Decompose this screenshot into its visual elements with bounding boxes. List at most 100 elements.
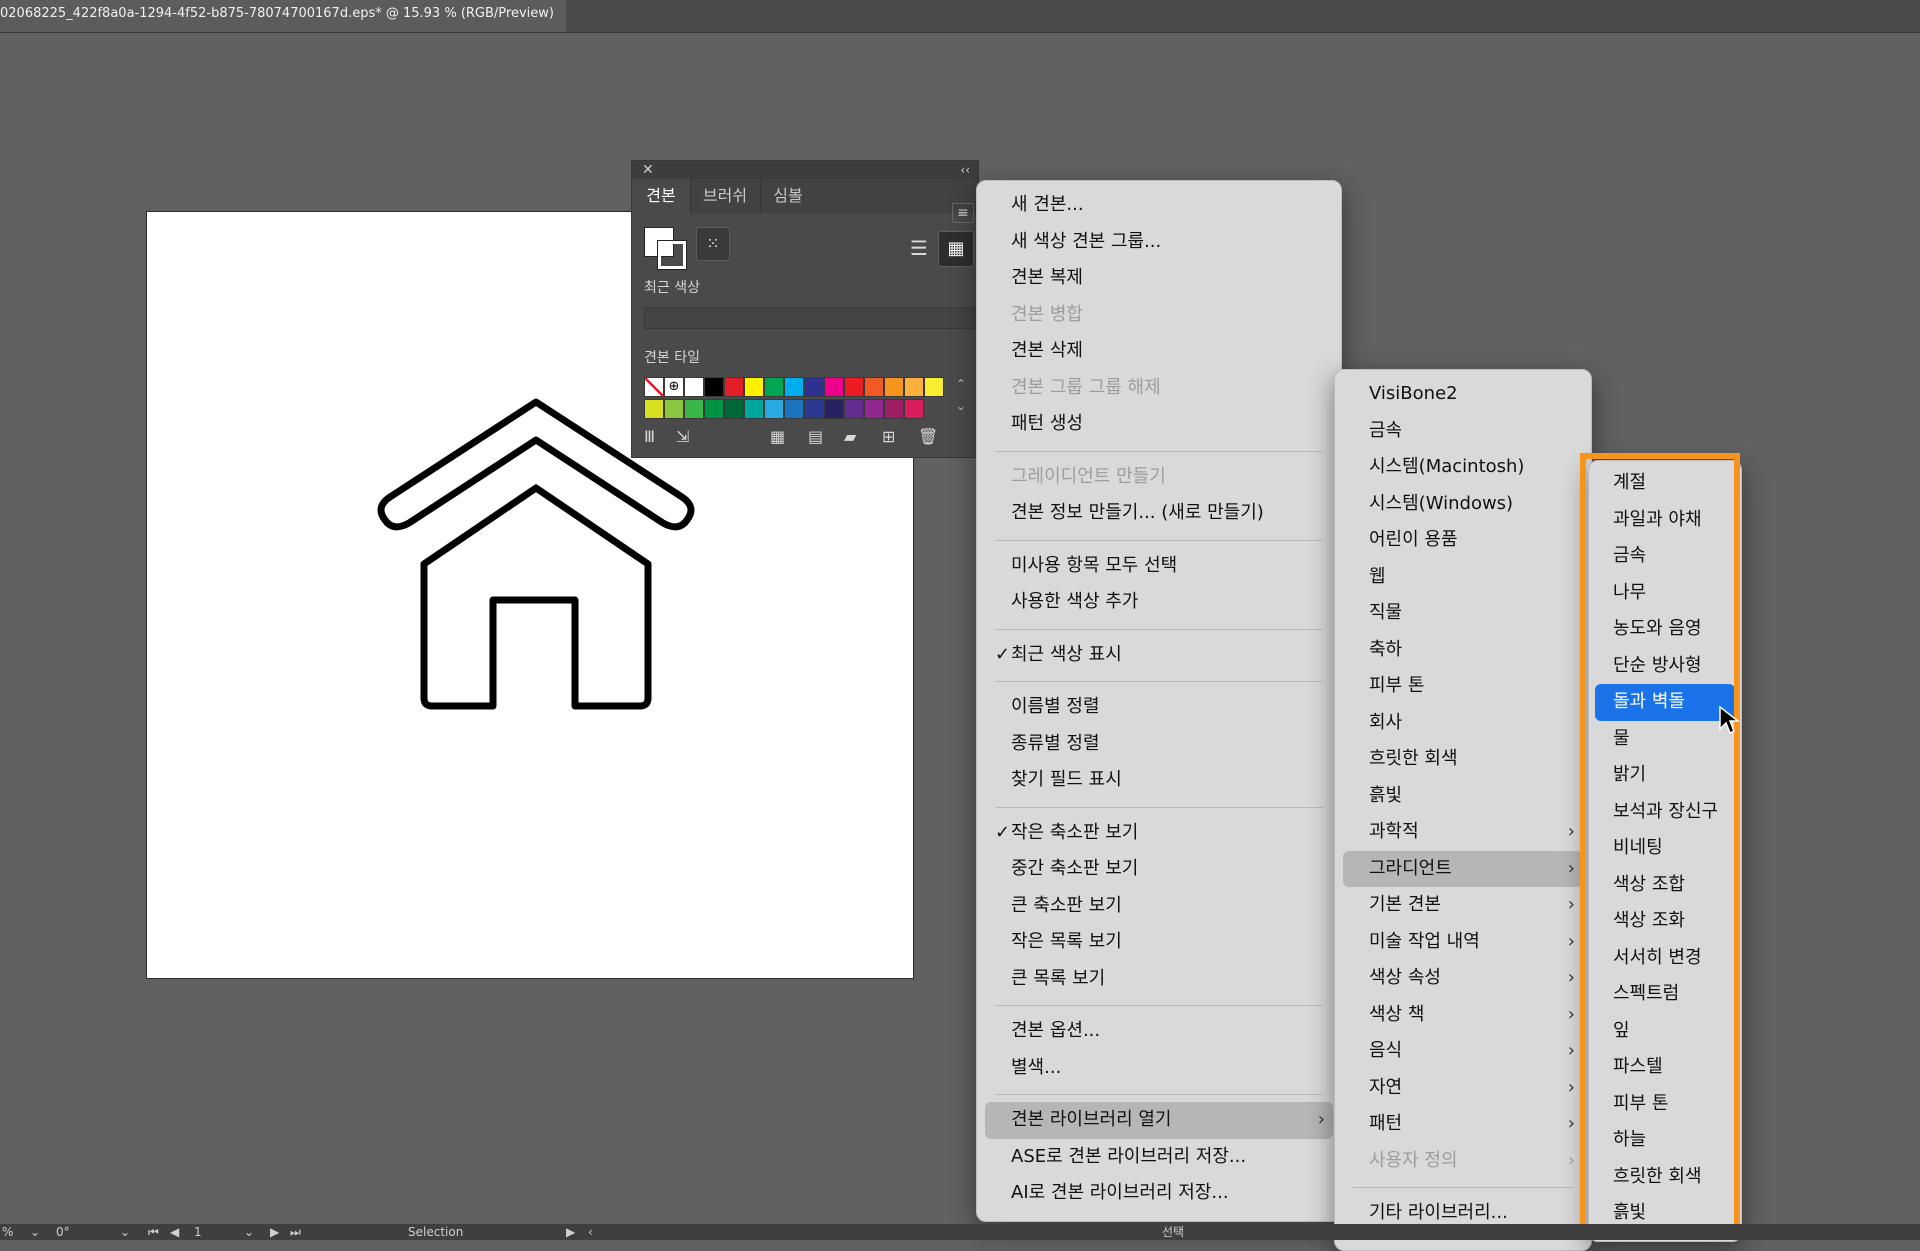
library-menu-item[interactable]: 웹 bbox=[1343, 559, 1583, 596]
gradient-menu-item[interactable]: 밝기 bbox=[1595, 757, 1735, 794]
panel-menu-item[interactable]: 견본 복제 bbox=[985, 260, 1333, 297]
library-menu-item[interactable]: 피부 톤 bbox=[1343, 668, 1583, 705]
color-swatch[interactable] bbox=[804, 399, 824, 419]
stroke-swatch[interactable] bbox=[657, 240, 687, 270]
none-swatch[interactable] bbox=[644, 377, 664, 397]
panel-menu-item[interactable]: 견본 옵션... bbox=[985, 1013, 1333, 1050]
library-menu-item[interactable]: 직물 bbox=[1343, 595, 1583, 632]
color-swatch[interactable] bbox=[884, 377, 904, 397]
panel-menu-item[interactable]: 미사용 항목 모두 선택 bbox=[985, 548, 1333, 585]
gradient-menu-item[interactable]: 흐릿한 회색 bbox=[1595, 1159, 1735, 1196]
panel-menu-item[interactable]: ASE로 견본 라이브러리 저장... bbox=[985, 1139, 1333, 1176]
swatch-kinds-icon[interactable]: ⁙ bbox=[696, 227, 730, 261]
color-swatch[interactable] bbox=[844, 399, 864, 419]
gradient-menu-item[interactable]: 색상 조화 bbox=[1595, 903, 1735, 940]
gradient-menu-item[interactable]: 하늘 bbox=[1595, 1122, 1735, 1159]
panel-menu-item[interactable]: 견본 삭제 bbox=[985, 333, 1333, 370]
gradient-menu-item[interactable]: 피부 톤 bbox=[1595, 1086, 1735, 1123]
color-swatch[interactable] bbox=[744, 377, 764, 397]
gradient-menu-item[interactable]: 돌과 벽돌 bbox=[1595, 684, 1735, 721]
panel-menu-item[interactable]: 큰 축소판 보기 bbox=[985, 888, 1333, 925]
panel-menu-item[interactable]: 찾기 필드 표시 bbox=[985, 762, 1333, 799]
color-swatch[interactable] bbox=[684, 377, 704, 397]
library-menu-item[interactable]: 회사 bbox=[1343, 705, 1583, 742]
color-swatch[interactable] bbox=[744, 399, 764, 419]
library-menu-item[interactable]: 시스템(Macintosh) bbox=[1343, 449, 1583, 486]
library-menu-item[interactable]: 패턴 › bbox=[1343, 1106, 1583, 1143]
color-swatch[interactable] bbox=[784, 399, 804, 419]
panel-menu-item[interactable]: ✓ 작은 축소판 보기 bbox=[985, 815, 1333, 852]
grid-view-icon[interactable]: ▦ bbox=[938, 231, 974, 267]
tab-brushes[interactable]: 브러쉬 bbox=[690, 179, 761, 213]
color-swatch[interactable] bbox=[824, 399, 844, 419]
gradient-menu-item[interactable]: 비네팅 bbox=[1595, 830, 1735, 867]
status-expand-icon[interactable]: ▶ bbox=[566, 1224, 575, 1240]
color-swatch[interactable] bbox=[904, 377, 924, 397]
previous-artboard-icon[interactable]: ◀ bbox=[170, 1224, 179, 1240]
kinds-filter-icon[interactable]: ▦ bbox=[770, 427, 785, 446]
color-swatch[interactable] bbox=[724, 377, 744, 397]
gradient-menu-item[interactable]: 파스텔 bbox=[1595, 1049, 1735, 1086]
collapse-icon[interactable]: ‹‹ bbox=[960, 161, 970, 179]
gradient-menu-item[interactable]: 과일과 야채 bbox=[1595, 502, 1735, 539]
color-swatch[interactable] bbox=[784, 377, 804, 397]
last-artboard-icon[interactable]: ⏭ bbox=[290, 1224, 301, 1240]
gradient-menu-item[interactable]: 나무 bbox=[1595, 575, 1735, 612]
libraries-menu-icon[interactable]: Ⅲ bbox=[644, 427, 655, 446]
first-artboard-icon[interactable]: ⏮ bbox=[148, 1224, 159, 1240]
library-menu-item[interactable]: 흐릿한 회색 bbox=[1343, 741, 1583, 778]
panel-menu-item[interactable]: 패턴 생성 bbox=[985, 406, 1333, 443]
scroll-up-icon[interactable]: ⌃ bbox=[956, 377, 966, 391]
color-swatch[interactable] bbox=[804, 377, 824, 397]
color-swatch[interactable] bbox=[704, 399, 724, 419]
color-swatch[interactable] bbox=[864, 399, 884, 419]
library-menu-item[interactable]: 그라디언트 › bbox=[1343, 850, 1583, 887]
panel-menu-icon[interactable]: ≡ bbox=[952, 203, 974, 223]
gradient-menu-item[interactable]: 물 bbox=[1595, 721, 1735, 758]
panel-menu-item[interactable]: 큰 목록 보기 bbox=[985, 961, 1333, 998]
color-swatch[interactable] bbox=[724, 399, 744, 419]
library-menu-item[interactable]: 금속 bbox=[1343, 413, 1583, 450]
zoom-dropdown-icon[interactable]: ⌄ bbox=[30, 1224, 40, 1240]
library-menu-item[interactable]: 미술 작업 내역 › bbox=[1343, 924, 1583, 961]
gradient-menu-item[interactable]: 금속 bbox=[1595, 538, 1735, 575]
panel-menu-item[interactable]: 새 견본... bbox=[985, 187, 1333, 224]
panel-menu-item[interactable]: 견본 라이브러리 열기 › bbox=[985, 1102, 1333, 1139]
swatch-options-icon[interactable]: ▤ bbox=[808, 427, 823, 446]
delete-swatch-icon[interactable]: 🗑 bbox=[918, 427, 938, 446]
artboard-dropdown-icon[interactable]: ⌄ bbox=[244, 1224, 254, 1240]
library-menu-item[interactable]: VisiBone2 bbox=[1343, 376, 1583, 413]
panel-menu-item[interactable]: 중간 축소판 보기 bbox=[985, 851, 1333, 888]
artboard-index[interactable]: 1 bbox=[194, 1224, 202, 1240]
list-view-icon[interactable]: ☰ bbox=[904, 233, 934, 263]
library-menu-item[interactable]: 흙빛 bbox=[1343, 778, 1583, 815]
gradient-menu-item[interactable]: 계절 bbox=[1595, 465, 1735, 502]
color-swatch[interactable] bbox=[884, 399, 904, 419]
gradient-menu-item[interactable]: 단순 방사형 bbox=[1595, 648, 1735, 685]
panel-menu-item[interactable]: 이름별 정렬 bbox=[985, 689, 1333, 726]
panel-menu-item[interactable]: 새 색상 견본 그룹... bbox=[985, 224, 1333, 261]
library-menu-item[interactable]: 어린이 용품 bbox=[1343, 522, 1583, 559]
library-menu-item[interactable]: 시스템(Windows) bbox=[1343, 486, 1583, 523]
new-swatch-icon[interactable]: ⊞ bbox=[882, 427, 895, 446]
color-swatch[interactable] bbox=[644, 399, 664, 419]
tab-symbols[interactable]: 심볼 bbox=[760, 179, 816, 213]
panel-menu-item[interactable]: AI로 견본 라이브러리 저장... bbox=[985, 1175, 1333, 1212]
rotation-dropdown-icon[interactable]: ⌄ bbox=[120, 1224, 130, 1240]
color-swatch[interactable] bbox=[864, 377, 884, 397]
gradient-menu-item[interactable]: 보석과 장신구 bbox=[1595, 794, 1735, 831]
panel-menu-item[interactable]: ✓ 최근 색상 표시 bbox=[985, 637, 1333, 674]
color-swatch[interactable] bbox=[824, 377, 844, 397]
library-menu-item[interactable]: 과학적 › bbox=[1343, 814, 1583, 851]
scroll-down-icon[interactable]: ⌄ bbox=[956, 399, 966, 413]
panel-menu-item[interactable]: 작은 목록 보기 bbox=[985, 924, 1333, 961]
library-menu-item[interactable]: 색상 속성 › bbox=[1343, 960, 1583, 997]
registration-swatch[interactable]: ⊕ bbox=[664, 377, 684, 397]
new-group-icon[interactable]: ▰ bbox=[844, 427, 856, 446]
document-tab[interactable]: 02068225_422f8a0a-1294-4f52-b875-7807470… bbox=[0, 0, 566, 32]
status-collapse-icon[interactable]: ‹ bbox=[588, 1224, 593, 1240]
panel-menu-item[interactable]: 종류별 정렬 bbox=[985, 726, 1333, 763]
library-menu-item[interactable]: 축하 bbox=[1343, 632, 1583, 669]
place-swatches-icon[interactable]: ⇲ bbox=[676, 427, 689, 446]
gradient-menu-item[interactable]: 서서히 변경 bbox=[1595, 940, 1735, 977]
